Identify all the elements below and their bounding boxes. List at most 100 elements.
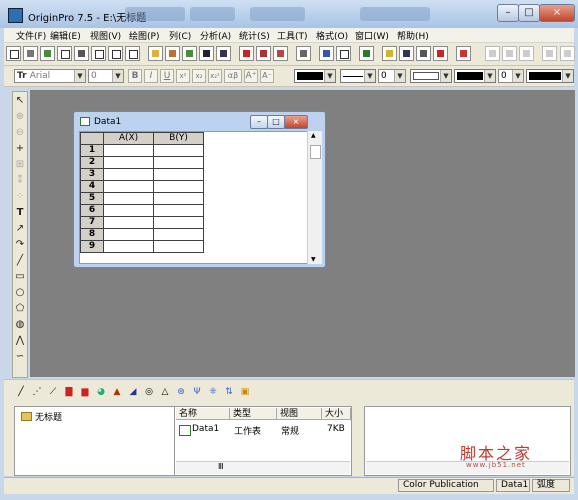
grid-cell[interactable] [153, 216, 204, 229]
new-function-icon[interactable] [108, 46, 123, 61]
grid-cell[interactable] [153, 240, 204, 253]
region-tool-icon[interactable]: ◍ [14, 319, 26, 331]
scroll-thumb[interactable] [310, 145, 321, 159]
row-header[interactable]: 5 [80, 192, 104, 205]
menu-file[interactable]: 文件(F) [16, 29, 46, 42]
menu-column[interactable]: 列(C) [169, 29, 191, 42]
increase-font-button[interactable]: A⁺ [244, 69, 258, 83]
bar-plot-icon[interactable]: ▆ [78, 385, 92, 399]
code-builder-icon[interactable] [416, 46, 431, 61]
row-header[interactable]: 2 [80, 156, 104, 169]
area-plot-icon[interactable]: ▲ [110, 385, 124, 399]
new-layout-icon[interactable] [91, 46, 106, 61]
refresh-icon[interactable] [319, 46, 334, 61]
font-color-select[interactable]: ▼ [294, 69, 336, 83]
menu-plot[interactable]: 绘图(P) [129, 29, 159, 42]
pattern-size-select[interactable]: 0 ▼ [498, 69, 524, 83]
child-maximize-button[interactable]: □ [267, 115, 285, 129]
new-project-icon[interactable] [6, 46, 21, 61]
list-horizontal-scrollbar[interactable]: Ⅲ [176, 461, 350, 474]
grid-cell[interactable] [103, 240, 154, 253]
menu-help[interactable]: 帮助(H) [397, 29, 429, 42]
menu-window[interactable]: 窗口(W) [355, 29, 389, 42]
grid-cell[interactable] [153, 204, 204, 217]
grid-cell[interactable] [103, 168, 154, 181]
print-icon[interactable] [296, 46, 311, 61]
zoom-in-tool-icon[interactable]: ⊕ [14, 111, 26, 123]
pie-chart-icon[interactable]: ◕ [94, 385, 108, 399]
add-column-icon[interactable] [433, 46, 448, 61]
grid-cell[interactable] [103, 204, 154, 217]
new-worksheet-icon[interactable] [23, 46, 38, 61]
grid-cell[interactable] [103, 156, 154, 169]
column-header[interactable]: B(Y) [153, 132, 204, 145]
data-selector-icon[interactable]: ⁑ [14, 175, 26, 187]
new-excel-icon[interactable] [40, 46, 55, 61]
scatter-plot-icon[interactable]: ⋰ [30, 385, 44, 399]
supsub-button[interactable]: x₂¹ [208, 69, 222, 83]
row-header[interactable]: 9 [80, 240, 104, 253]
column-header[interactable]: A(X) [103, 132, 154, 145]
save-template-icon[interactable] [216, 46, 231, 61]
fill-color-select[interactable]: ▼ [454, 69, 496, 83]
open-template-icon[interactable] [165, 46, 180, 61]
underline-button[interactable]: U [160, 69, 174, 83]
new-matrix-icon[interactable] [74, 46, 89, 61]
close-button[interactable]: × [539, 4, 575, 22]
rectangle-tool-icon[interactable]: ▭ [14, 271, 26, 283]
template-library-icon[interactable]: ▣ [238, 385, 252, 399]
grid-cell[interactable] [153, 192, 204, 205]
grid-cell[interactable] [103, 228, 154, 241]
zoom-out-tool-icon[interactable]: ⊖ [14, 127, 26, 139]
hi-low-plot-icon[interactable]: Ψ [190, 385, 204, 399]
duplicate-icon[interactable] [336, 46, 351, 61]
child-close-button[interactable]: × [284, 115, 308, 129]
circle-tool-icon[interactable]: ○ [14, 287, 26, 299]
font-select[interactable]: Tr Arial ▼ [14, 69, 86, 83]
menu-edit[interactable]: 编辑(E) [50, 29, 81, 42]
border-color-select[interactable]: ▼ [526, 69, 574, 83]
ternary-plot-icon[interactable]: △ [158, 385, 172, 399]
line-style-select[interactable]: ▼ [340, 69, 376, 83]
grid-cell[interactable] [153, 228, 204, 241]
grid-cell[interactable] [153, 168, 204, 181]
polygon-tool-icon[interactable]: ⬠ [14, 303, 26, 315]
text-tool-icon[interactable]: T [14, 207, 26, 219]
zoom-out-icon[interactable] [502, 46, 517, 61]
menu-view[interactable]: 视图(V) [90, 29, 121, 42]
radar-plot-icon[interactable]: ⊛ [174, 385, 188, 399]
open-folder-icon[interactable] [148, 46, 163, 61]
whole-page-icon[interactable] [519, 46, 534, 61]
fill-pattern-select[interactable]: ▼ [410, 69, 452, 83]
grid-corner[interactable] [80, 132, 104, 145]
menu-analysis[interactable]: 分析(A) [200, 29, 231, 42]
arrow-tool-icon[interactable]: ↗ [14, 223, 26, 235]
line-plot-icon[interactable]: ╱ [14, 385, 28, 399]
line-width-select[interactable]: 0 ▼ [378, 69, 406, 83]
row-header[interactable]: 1 [80, 144, 104, 157]
subscript-button[interactable]: x₂ [192, 69, 206, 83]
results-log-icon[interactable] [382, 46, 397, 61]
grid-cell[interactable] [103, 180, 154, 193]
grid-cell[interactable] [153, 144, 204, 157]
screen-reader-icon[interactable]: + [14, 143, 26, 155]
save-project-icon[interactable] [199, 46, 214, 61]
row-header[interactable]: 3 [80, 168, 104, 181]
maximize-button[interactable]: □ [518, 4, 540, 22]
script-window-icon[interactable] [399, 46, 414, 61]
pointer-icon[interactable]: ↖ [14, 95, 26, 107]
freehand-tool-icon[interactable]: ∽ [14, 351, 26, 363]
minimize-button[interactable]: – [497, 4, 519, 22]
curved-arrow-icon[interactable]: ↷ [14, 239, 26, 251]
data-reader-icon[interactable]: ⊞ [14, 159, 26, 171]
column-header-type[interactable]: 类型 [230, 408, 277, 420]
draw-data-icon[interactable]: ⁘ [14, 191, 26, 203]
import-ascii-icon[interactable] [239, 46, 254, 61]
decrease-font-button[interactable]: A⁻ [260, 69, 274, 83]
row-header[interactable]: 7 [80, 216, 104, 229]
bold-button[interactable]: B [128, 69, 142, 83]
grid-cell[interactable] [103, 192, 154, 205]
column-plot-icon[interactable]: ▇ [62, 385, 76, 399]
row-header[interactable]: 4 [80, 180, 104, 193]
column-header-size[interactable]: 大小 [322, 408, 351, 420]
